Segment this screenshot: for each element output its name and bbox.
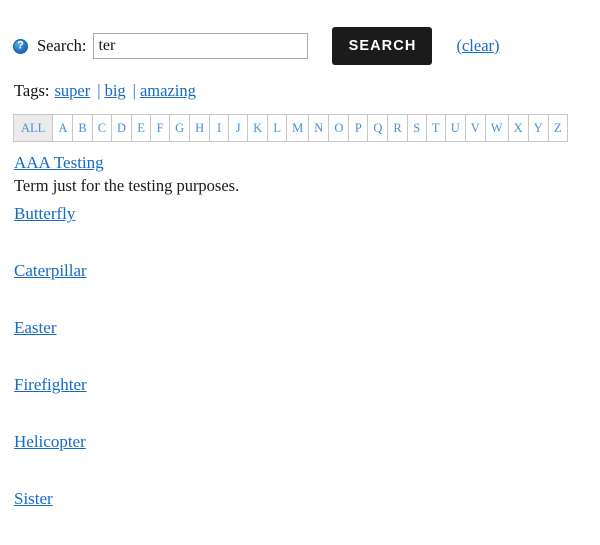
glossary-term-link[interactable]: Butterfly (14, 204, 75, 223)
alphabet-cell-all[interactable]: ALL (14, 115, 54, 142)
alphabet-cell-s[interactable]: S (407, 115, 427, 142)
glossary-term: AAA Testing (14, 152, 584, 175)
glossary-term-link[interactable]: Sister (14, 489, 53, 508)
glossary-term: Sister (14, 488, 584, 511)
glossary-page: ? Search: SEARCH (clear) Tags:super|big|… (0, 0, 600, 526)
alphabet-cell-j[interactable]: J (229, 115, 249, 142)
alphabet-cell-x[interactable]: X (508, 115, 529, 142)
alphabet-cell-n[interactable]: N (309, 115, 330, 142)
glossary-term-list: AAA Testing Term just for the testing pur… (14, 152, 584, 545)
glossary-term-link[interactable]: Caterpillar (14, 261, 87, 280)
tags-row: Tags: super | big | amazing (14, 81, 196, 101)
search-label: Search: (37, 36, 87, 55)
alphabet-cell-h[interactable]: H (190, 115, 211, 142)
glossary-term: Helicopter (14, 431, 584, 454)
glossary-term-link[interactable]: Easter (14, 318, 56, 337)
alphabet-cell-w[interactable]: W (485, 115, 509, 142)
alphabet-cell-l[interactable]: L (268, 115, 288, 142)
alphabet-cell-k[interactable]: K (248, 115, 269, 142)
alphabet-cell-e[interactable]: E (132, 115, 152, 142)
alphabet-cell-a[interactable]: A (53, 115, 74, 142)
alphabet-cell-f[interactable]: F (151, 115, 171, 142)
glossary-term-link[interactable]: AAA Testing (14, 153, 104, 172)
tag-link-amazing[interactable]: amazing (140, 81, 196, 100)
glossary-term-link[interactable]: Firefighter (14, 375, 87, 394)
glossary-term: Butterfly (14, 203, 584, 226)
glossary-definition (14, 454, 584, 488)
alphabet-cell-y[interactable]: Y (528, 115, 549, 142)
alphabet-cell-i[interactable]: I (210, 115, 230, 142)
alphabet-filter-bar: ALL A B C D E F G H I J K L M N O P Q R S T U V W X Y Z (13, 114, 568, 142)
help-circle-icon[interactable]: ? (13, 39, 28, 54)
search-form: ? Search: SEARCH (clear) (13, 27, 500, 65)
alphabet-cell-d[interactable]: D (112, 115, 133, 142)
alphabet-cell-c[interactable]: C (92, 115, 113, 142)
glossary-term: Easter (14, 317, 584, 340)
glossary-definition (14, 340, 584, 374)
clear-search-link[interactable]: (clear) (456, 36, 499, 56)
alphabet-cell-g[interactable]: G (170, 115, 191, 142)
alphabet-cell-t[interactable]: T (426, 115, 446, 142)
glossary-term: Caterpillar (14, 260, 584, 283)
glossary-definition (14, 226, 584, 260)
alphabet-cell-b[interactable]: B (73, 115, 93, 142)
alphabet-cell-r[interactable]: R (388, 115, 408, 142)
tag-separator: | (97, 81, 101, 100)
alphabet-cell-q[interactable]: Q (368, 115, 389, 142)
glossary-definition (14, 283, 584, 317)
alphabet-cell-v[interactable]: V (465, 115, 486, 142)
alphabet-cell-u[interactable]: U (445, 115, 466, 142)
search-button[interactable]: SEARCH (332, 27, 433, 65)
alphabet-cell-m[interactable]: M (287, 115, 310, 142)
glossary-term: Firefighter (14, 374, 584, 397)
alphabet-cell-o[interactable]: O (329, 115, 350, 142)
search-input[interactable] (93, 33, 309, 59)
tag-link-big[interactable]: big (105, 81, 126, 100)
glossary-definition (14, 397, 584, 431)
glossary-definition: Term just for the testing purposes. (14, 176, 240, 195)
alphabet-cell-z[interactable]: Z (548, 115, 568, 142)
tag-separator: | (132, 81, 136, 100)
alphabet-cell-p[interactable]: P (349, 115, 369, 142)
tags-label: Tags: (14, 81, 50, 100)
help-icon-glyph: ? (17, 39, 24, 52)
glossary-term-link[interactable]: Helicopter (14, 432, 86, 451)
tag-link-super[interactable]: super (55, 81, 91, 100)
glossary-definition (14, 511, 584, 545)
